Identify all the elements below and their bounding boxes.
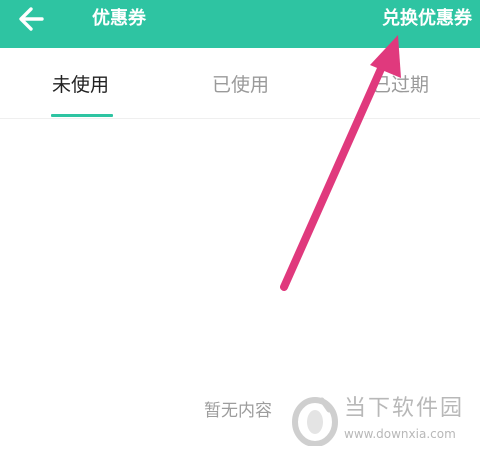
back-button[interactable] (14, 4, 48, 34)
watermark: 当下软件园 www.downxia.com (292, 394, 472, 450)
empty-state-text: 暂无内容 (204, 401, 272, 421)
page-title: 优惠券 (92, 8, 146, 29)
watermark-name: 当下软件园 (344, 396, 465, 421)
tab-unused[interactable]: 未使用 (52, 73, 109, 97)
active-tab-indicator (51, 114, 113, 117)
watermark-url: www.downxia.com (344, 427, 456, 441)
exchange-coupon-button[interactable]: 兑换优惠券 (382, 8, 472, 30)
coupon-tabs: 未使用 已使用 已过期 (0, 48, 480, 119)
tab-used[interactable]: 已使用 (212, 73, 269, 97)
tab-expired[interactable]: 已过期 (372, 73, 429, 97)
watermark-logo-icon (292, 397, 338, 446)
arrow-left-icon (19, 7, 44, 31)
top-app-bar: 优惠券 兑换优惠券 (0, 0, 480, 48)
